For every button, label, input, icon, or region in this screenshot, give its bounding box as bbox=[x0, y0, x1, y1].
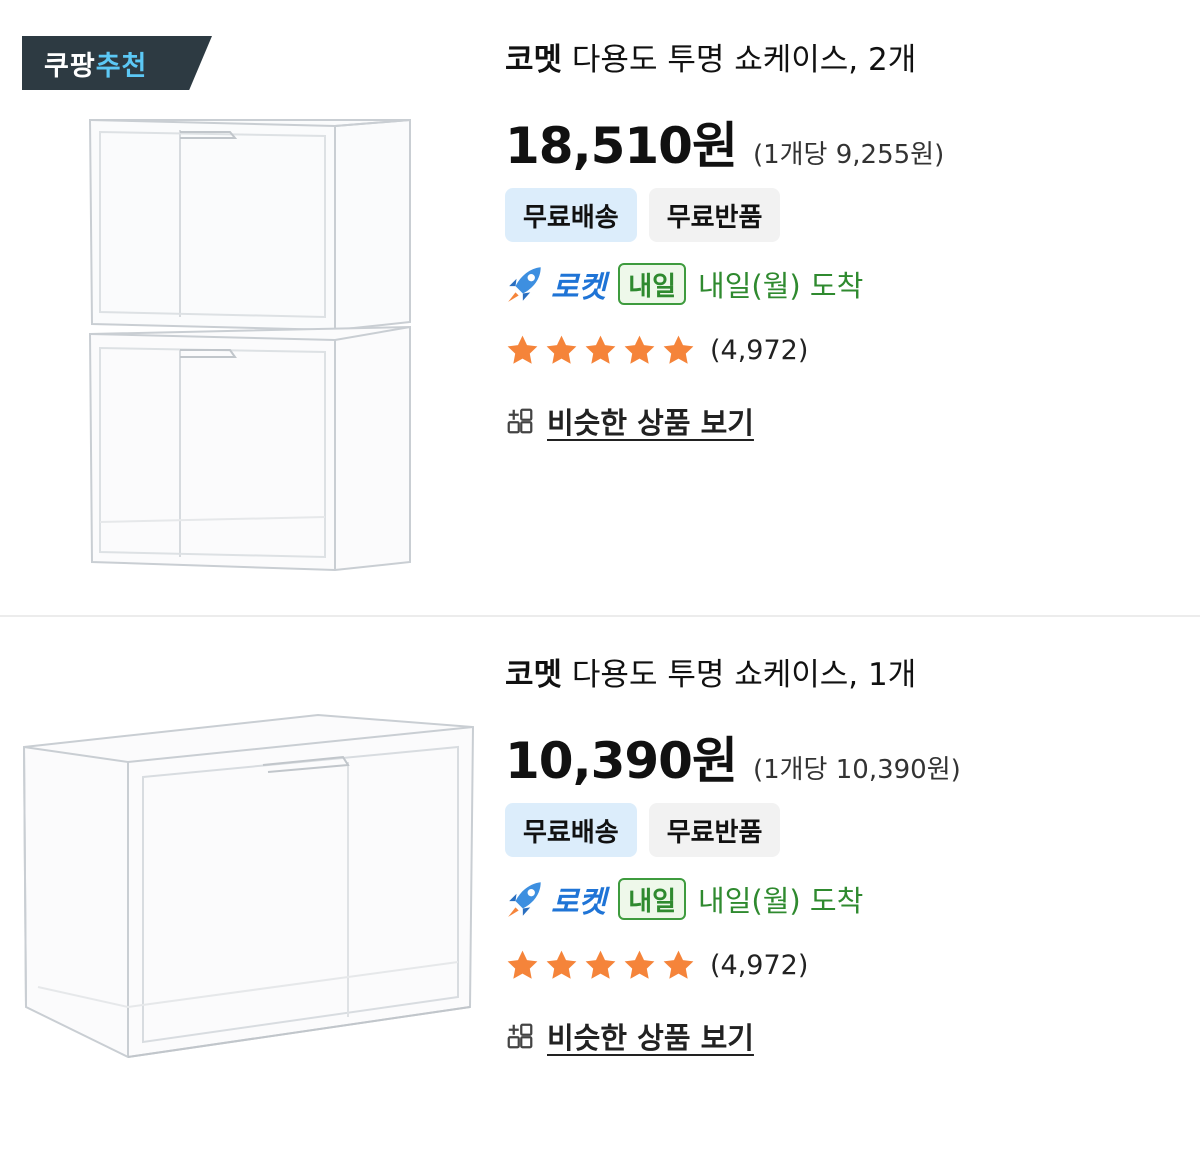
similar-products-icon bbox=[507, 1023, 533, 1049]
similar-products-label[interactable]: 비슷한 상품 보기 bbox=[547, 400, 754, 442]
product-info: 코멧 다용도 투명 쇼케이스, 2개 18,510원 (1개당 9,255원) … bbox=[505, 36, 1180, 446]
rating-row[interactable]: (4,972) bbox=[505, 937, 1180, 993]
product-card[interactable]: 쿠팡 추천 코멧 다용도 투명 쇼케이스, 2개 18,510원 (1개당 9,… bbox=[0, 0, 1200, 615]
star-icon bbox=[663, 950, 694, 979]
arrival-text: 내일(월) 도착 bbox=[698, 884, 864, 918]
price-row: 10,390원 (1개당 10,390원) bbox=[505, 721, 1180, 790]
delivery-info: 로켓 내일 내일(월) 도착 bbox=[505, 256, 1180, 312]
star-icon bbox=[624, 335, 655, 364]
review-count: (4,972) bbox=[710, 949, 809, 981]
product-title[interactable]: 코멧 다용도 투명 쇼케이스, 2개 bbox=[505, 36, 1180, 84]
star-rating bbox=[505, 333, 696, 368]
star-icon bbox=[507, 950, 538, 979]
rating-row[interactable]: (4,972) bbox=[505, 322, 1180, 378]
free-shipping-tag: 무료배송 bbox=[505, 188, 637, 242]
free-shipping-tag: 무료배송 bbox=[505, 803, 637, 857]
rocket-label: 로켓 bbox=[551, 270, 607, 305]
product-price: 18,510원 bbox=[505, 117, 738, 175]
free-return-tag: 무료반품 bbox=[648, 188, 781, 242]
tomorrow-badge: 내일 bbox=[618, 878, 687, 920]
rocket-icon bbox=[508, 267, 541, 302]
star-icon bbox=[546, 950, 577, 979]
arrival-text: 내일(월) 도착 bbox=[698, 269, 864, 303]
review-count: (4,972) bbox=[710, 334, 809, 366]
product-card[interactable]: 코멧 다용도 투명 쇼케이스, 1개 10,390원 (1개당 10,390원)… bbox=[0, 617, 1200, 1150]
coupang-recommend-badge: 쿠팡 추천 bbox=[22, 36, 212, 90]
product-brand: 코멧 bbox=[505, 657, 563, 693]
price-row: 18,510원 (1개당 9,255원) bbox=[505, 106, 1180, 175]
star-icon bbox=[663, 335, 694, 364]
product-name: 다용도 투명 쇼케이스, 1개 bbox=[571, 657, 917, 693]
benefit-tags: 무료배송 무료반품 bbox=[505, 188, 1180, 242]
free-return-tag: 무료반품 bbox=[648, 803, 781, 857]
benefit-tags: 무료배송 무료반품 bbox=[505, 803, 1180, 857]
product-name: 다용도 투명 쇼케이스, 2개 bbox=[571, 42, 917, 78]
rocket-icon bbox=[508, 882, 541, 917]
star-icon bbox=[546, 335, 577, 364]
star-icon bbox=[585, 950, 616, 979]
star-icon bbox=[624, 950, 655, 979]
product-image[interactable] bbox=[80, 112, 420, 582]
product-title[interactable]: 코멧 다용도 투명 쇼케이스, 1개 bbox=[505, 651, 1180, 699]
product-image[interactable] bbox=[18, 707, 478, 1087]
product-price: 10,390원 bbox=[505, 732, 738, 790]
product-info: 코멧 다용도 투명 쇼케이스, 1개 10,390원 (1개당 10,390원)… bbox=[505, 651, 1180, 1061]
star-icon bbox=[585, 335, 616, 364]
product-brand: 코멧 bbox=[505, 42, 563, 78]
similar-products-link[interactable]: 비슷한 상품 보기 bbox=[505, 1011, 1180, 1061]
similar-products-icon bbox=[507, 408, 533, 434]
delivery-info: 로켓 내일 내일(월) 도착 bbox=[505, 871, 1180, 927]
rocket-label: 로켓 bbox=[551, 885, 607, 920]
similar-products-link[interactable]: 비슷한 상품 보기 bbox=[505, 396, 1180, 446]
star-icon bbox=[507, 335, 538, 364]
tomorrow-badge: 내일 bbox=[618, 263, 687, 305]
unit-price: (1개당 10,390원) bbox=[752, 755, 961, 785]
star-rating bbox=[505, 948, 696, 983]
similar-products-label[interactable]: 비슷한 상품 보기 bbox=[547, 1015, 754, 1057]
unit-price: (1개당 9,255원) bbox=[752, 140, 945, 170]
